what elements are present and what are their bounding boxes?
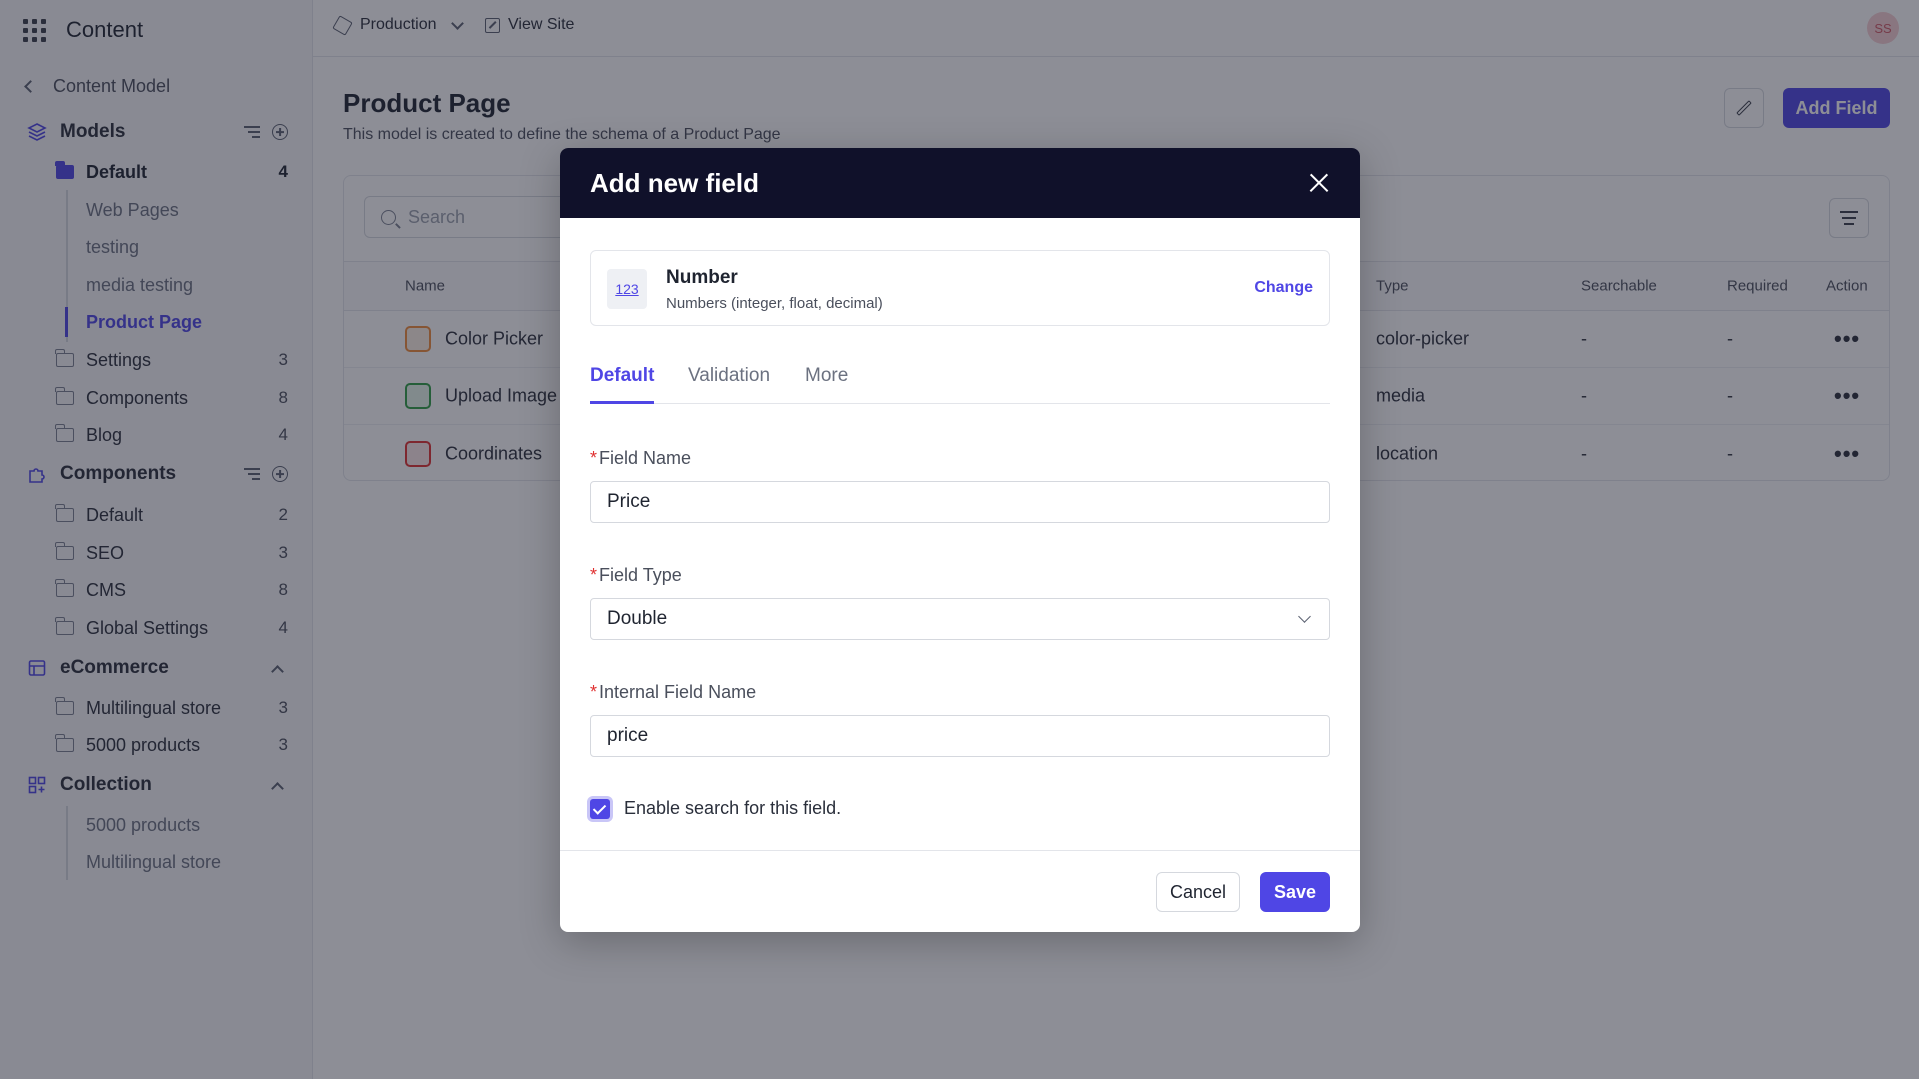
tab-default[interactable]: Default — [590, 358, 655, 404]
modal-title: Add new field — [590, 167, 759, 198]
modal-footer: Cancel Save — [560, 850, 1360, 932]
save-button[interactable]: Save — [1260, 872, 1330, 912]
tab-validation[interactable]: Validation — [688, 358, 770, 404]
modal-tabs: Default Validation More — [590, 358, 1330, 404]
required-marker: * — [590, 682, 598, 702]
number-type-icon: 123 — [607, 269, 647, 309]
field-type-card: 123 Number Numbers (integer, float, deci… — [590, 250, 1330, 326]
app-root: Content Content Model Models Default 4 W… — [0, 0, 1919, 1079]
enable-search-option[interactable]: Enable search for this field. — [590, 798, 841, 819]
cancel-button[interactable]: Cancel — [1156, 872, 1240, 912]
field-name-label: * Field Name — [590, 448, 691, 469]
add-field-modal: Add new field 123 Number Numbers (intege… — [560, 148, 1360, 932]
internal-name-label: * Internal Field Name — [590, 682, 756, 703]
label-text: Field Name — [599, 448, 692, 468]
change-type-link[interactable]: Change — [1254, 279, 1313, 297]
internal-name-input[interactable]: price — [590, 715, 1330, 757]
tab-more[interactable]: More — [805, 358, 848, 404]
required-marker: * — [590, 565, 598, 585]
field-type-label: * Field Type — [590, 565, 682, 586]
field-type-select[interactable]: Double — [590, 598, 1330, 640]
internal-name-value: price — [607, 725, 649, 746]
enable-search-checkbox[interactable] — [590, 798, 610, 819]
label-text: Internal Field Name — [599, 682, 757, 702]
chevron-down-icon — [1298, 610, 1311, 623]
field-name-value: Price — [607, 491, 651, 512]
field-type-description: Numbers (integer, float, decimal) — [666, 295, 883, 312]
enable-search-label: Enable search for this field. — [624, 798, 842, 818]
close-icon[interactable] — [1308, 172, 1330, 194]
required-marker: * — [590, 448, 598, 468]
field-name-input[interactable]: Price — [590, 481, 1330, 523]
field-type-value: Double — [607, 608, 668, 629]
label-text: Field Type — [599, 565, 682, 585]
modal-header: Add new field — [560, 148, 1360, 218]
field-type-name: Number — [666, 267, 738, 288]
